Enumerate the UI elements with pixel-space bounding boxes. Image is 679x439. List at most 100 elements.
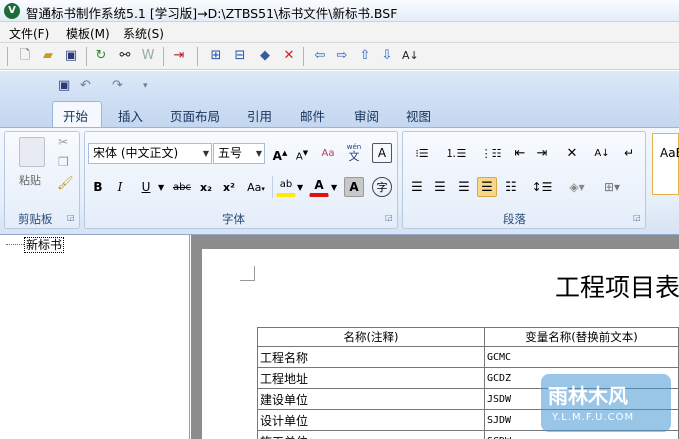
change-case-button[interactable]: Aa▾ bbox=[243, 177, 269, 197]
chevron-down-icon: ▼ bbox=[255, 149, 262, 158]
watermark-url: Y.L.M.F.U.COM bbox=[552, 412, 635, 423]
tab-home[interactable]: 开始 bbox=[63, 106, 88, 125]
refresh-icon[interactable]: ↻ bbox=[93, 48, 109, 64]
char-border-label: A bbox=[377, 146, 387, 160]
chinese-layout-button[interactable]: ✕ bbox=[558, 143, 586, 163]
underline-label: U bbox=[141, 180, 151, 194]
decrease-indent-button[interactable]: ⇤ bbox=[510, 143, 530, 163]
multilevel-list-button[interactable]: ⋮☷ bbox=[476, 143, 506, 163]
char-border-button[interactable]: A bbox=[372, 143, 392, 163]
tree-node-root[interactable]: 新标书 bbox=[24, 237, 65, 253]
table-row[interactable]: 工程名称 GCMC bbox=[257, 346, 679, 368]
show-marks-button[interactable]: ↵ bbox=[619, 143, 639, 163]
line-spacing-button[interactable]: ↕☰ bbox=[527, 177, 557, 197]
tree-add-icon[interactable]: ⊞ bbox=[208, 48, 224, 64]
sort-button[interactable]: A↓ bbox=[592, 143, 612, 163]
shrink-font-label: A bbox=[295, 151, 303, 163]
align-right-button[interactable]: ☰ bbox=[454, 177, 474, 197]
toolbar-separator bbox=[86, 47, 87, 66]
cell-variable[interactable]: GCMC bbox=[483, 346, 679, 368]
grow-font-button[interactable]: A▲ bbox=[270, 143, 290, 163]
format-painter-icon[interactable]: 🖌 bbox=[57, 176, 74, 191]
cell-name[interactable]: 设计单位 bbox=[257, 409, 485, 431]
table-header-row: 名称(注释) 变量名称(替换前文本) bbox=[257, 327, 679, 347]
pilcrow-icon: ↵ bbox=[623, 146, 635, 160]
open-folder-icon[interactable]: ▰ bbox=[40, 48, 56, 64]
phonetic-guide-button[interactable]: wén 文 bbox=[344, 142, 364, 162]
clipboard-launcher-icon[interactable]: ◲ bbox=[67, 213, 75, 222]
distribute-button[interactable]: ☷ bbox=[501, 177, 521, 197]
arrow-left-icon[interactable]: ⇦ bbox=[312, 48, 328, 64]
menu-file[interactable]: 文件(F) bbox=[9, 25, 49, 42]
word-icon[interactable]: W bbox=[140, 48, 156, 64]
align-center-button[interactable]: ☰ bbox=[430, 177, 450, 197]
cell-name[interactable]: 工程名称 bbox=[257, 346, 485, 368]
redo-icon[interactable]: ↷ bbox=[112, 78, 123, 93]
customize-icon[interactable]: ▾ bbox=[143, 81, 148, 91]
undo-icon[interactable]: ↶ bbox=[80, 78, 91, 93]
bullets-icon: ⁝☰ bbox=[415, 147, 429, 160]
copy-icon[interactable]: ❐ bbox=[58, 155, 69, 169]
shrink-font-button[interactable]: A▼ bbox=[292, 143, 312, 163]
exit-icon[interactable]: ⇥ bbox=[171, 48, 187, 64]
chevron-down-icon[interactable]: ▼ bbox=[158, 183, 164, 192]
cell-name[interactable]: 施工单位 bbox=[257, 430, 485, 439]
paste-icon[interactable] bbox=[19, 137, 45, 167]
menu-template[interactable]: 模板(M) bbox=[66, 25, 110, 42]
toolbar-separator bbox=[303, 47, 304, 66]
char-shading-button[interactable]: A bbox=[344, 177, 364, 197]
arrow-down-icon[interactable]: ⇩ bbox=[379, 48, 395, 64]
new-doc-icon[interactable]: 🗋 bbox=[17, 48, 33, 64]
sort-icon[interactable]: A↓ bbox=[402, 48, 419, 64]
highlight-button[interactable]: ab bbox=[276, 177, 296, 197]
arrow-up-icon[interactable]: ⇧ bbox=[357, 48, 373, 64]
template-icon[interactable]: ◆ bbox=[257, 48, 273, 64]
justify-button[interactable]: ☰ bbox=[477, 177, 497, 197]
subscript-button[interactable]: x₂ bbox=[196, 177, 216, 197]
menu-system[interactable]: 系统(S) bbox=[123, 25, 164, 42]
tab-mailings[interactable]: 邮件 bbox=[300, 106, 325, 125]
bullets-button[interactable]: ⁝☰ bbox=[407, 143, 437, 163]
font-size-combo[interactable]: 五号 ▼ bbox=[213, 143, 265, 164]
chevron-down-icon[interactable]: ▼ bbox=[331, 183, 337, 192]
save-icon[interactable]: ▣ bbox=[63, 48, 79, 64]
font-color-button[interactable]: A bbox=[309, 177, 329, 197]
tab-references[interactable]: 引用 bbox=[247, 106, 272, 125]
paragraph-launcher-icon[interactable]: ◲ bbox=[633, 213, 641, 222]
chevron-down-icon[interactable]: ▼ bbox=[297, 183, 303, 192]
underline-button[interactable]: U bbox=[136, 177, 156, 197]
tree-add-child-icon[interactable]: ⊟ bbox=[232, 48, 248, 64]
bold-button[interactable]: B bbox=[88, 177, 108, 197]
cell-name[interactable]: 建设单位 bbox=[257, 388, 485, 410]
find-icon[interactable]: ⚯ bbox=[117, 48, 133, 64]
align-right-icon: ☰ bbox=[458, 180, 470, 195]
paste-label[interactable]: 粘贴 bbox=[19, 172, 41, 188]
justify-icon: ☰ bbox=[481, 180, 493, 195]
font-launcher-icon[interactable]: ◲ bbox=[385, 213, 393, 222]
align-left-button[interactable]: ☰ bbox=[407, 177, 427, 197]
delete-icon[interactable]: ✕ bbox=[281, 48, 297, 64]
qat-save-icon[interactable]: ▣ bbox=[58, 78, 70, 93]
font-name-combo[interactable]: 宋体 (中文正文) ▼ bbox=[88, 143, 212, 164]
increase-indent-button[interactable]: ⇥ bbox=[532, 143, 552, 163]
cell-name[interactable]: 工程地址 bbox=[257, 367, 485, 389]
enclose-char-button[interactable]: 字 bbox=[372, 177, 392, 197]
superscript-button[interactable]: x² bbox=[219, 177, 239, 197]
style-gallery-item[interactable] bbox=[652, 133, 679, 195]
numbering-button[interactable]: ⒈☰ bbox=[441, 143, 471, 163]
app-logo-icon[interactable]: V bbox=[4, 3, 20, 19]
borders-button[interactable]: ⊞▾ bbox=[597, 177, 627, 197]
tab-page-layout[interactable]: 页面布局 bbox=[170, 106, 220, 125]
watermark-text: 雨林木风 bbox=[548, 384, 628, 408]
italic-button[interactable]: I bbox=[110, 177, 130, 197]
arrow-right-icon[interactable]: ⇨ bbox=[334, 48, 350, 64]
font-name-value: 宋体 (中文正文) bbox=[93, 146, 179, 160]
tab-view[interactable]: 视图 bbox=[406, 106, 431, 125]
strikethrough-button[interactable]: abc bbox=[170, 177, 194, 197]
clear-format-button[interactable]: Aa bbox=[318, 143, 338, 163]
tab-insert[interactable]: 插入 bbox=[118, 106, 143, 125]
strikethrough-label: abc bbox=[173, 182, 191, 193]
shading-button[interactable]: ◈▾ bbox=[562, 177, 592, 197]
tab-review[interactable]: 审阅 bbox=[354, 106, 379, 125]
cut-icon[interactable]: ✂ bbox=[58, 135, 68, 149]
